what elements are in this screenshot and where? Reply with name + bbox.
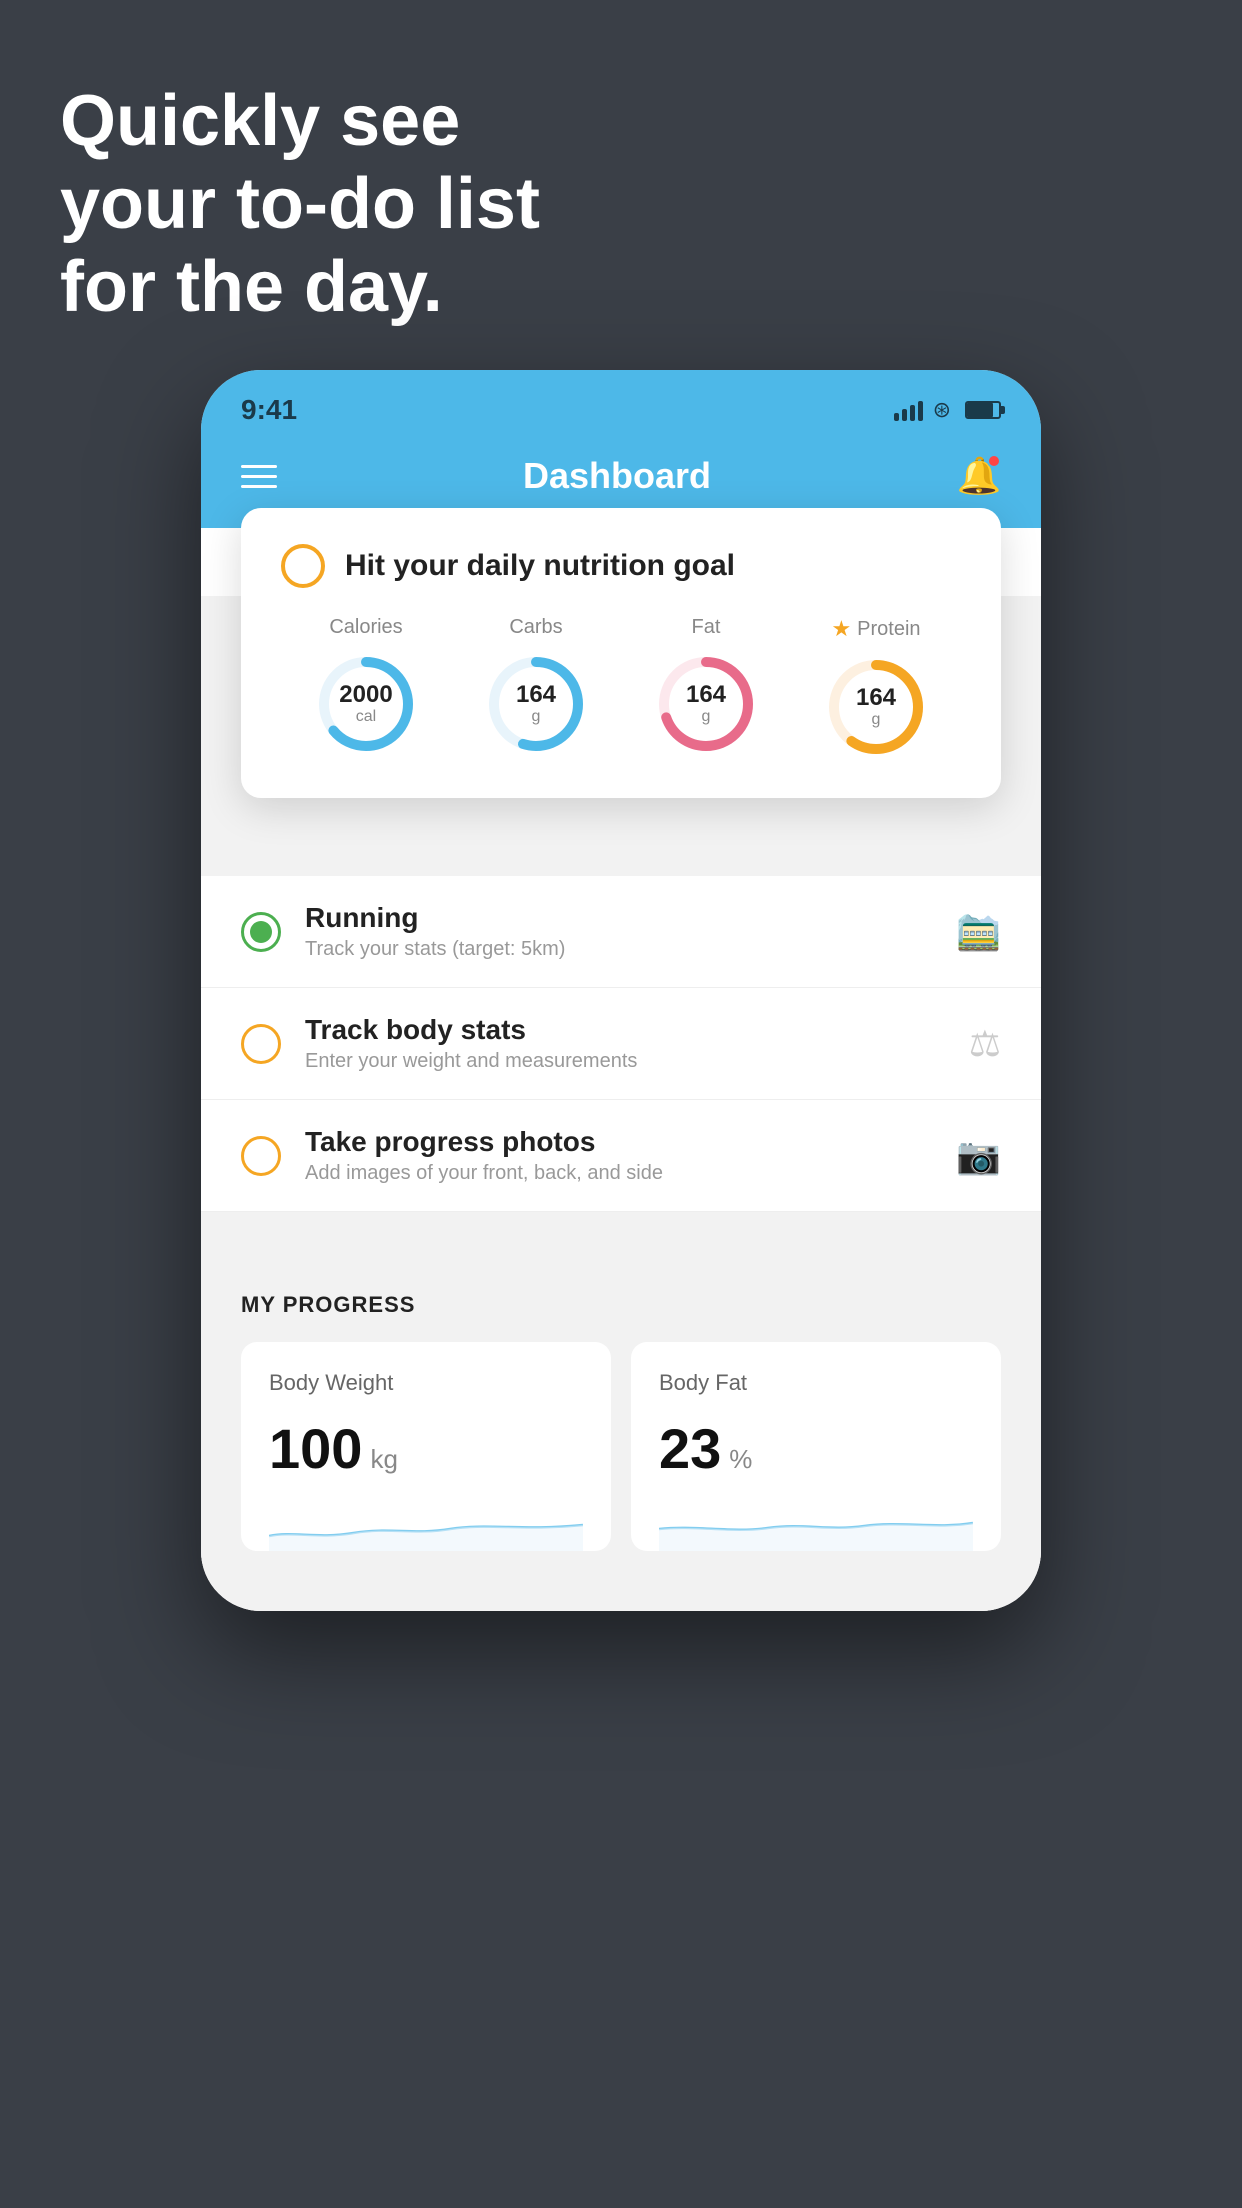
nutrition-card-title: Hit your daily nutrition goal [345, 549, 735, 583]
body-weight-title: Body Weight [269, 1370, 583, 1396]
todo-circle-progress-photos [241, 1136, 281, 1176]
body-fat-unit: % [729, 1444, 752, 1475]
signal-icon [894, 399, 923, 421]
wifi-icon: ⊛ [933, 397, 951, 423]
status-time: 9:41 [241, 394, 297, 426]
todo-circle-running [241, 912, 281, 952]
body-fat-card[interactable]: Body Fat 23 % [631, 1342, 1001, 1551]
stat-protein: ★ Protein 164 g [821, 616, 931, 762]
donut-fat: 164 g [651, 649, 761, 759]
calories-unit: cal [356, 708, 376, 725]
app-content: THINGS TO DO TODAY Hit your daily nutrit… [201, 528, 1041, 1611]
nutrition-circle-check [281, 544, 325, 588]
todo-item-body-stats[interactable]: Track body stats Enter your weight and m… [201, 988, 1041, 1100]
todo-circle-body-stats [241, 1024, 281, 1064]
nav-title: Dashboard [523, 455, 711, 497]
battery-icon [965, 401, 1001, 419]
nutrition-card[interactable]: Hit your daily nutrition goal Calories 2… [241, 508, 1001, 798]
stat-calories: Calories 2000 cal [311, 616, 421, 759]
todo-body-stats-subtitle: Enter your weight and measurements [305, 1050, 945, 1073]
progress-section-title: MY PROGRESS [241, 1292, 1001, 1318]
todo-body-stats-title: Track body stats [305, 1014, 945, 1046]
nutrition-stats: Calories 2000 cal Carbs [281, 616, 961, 762]
protein-unit: g [872, 711, 881, 728]
donut-calories: 2000 cal [311, 649, 421, 759]
todo-photos-title: Take progress photos [305, 1126, 932, 1158]
body-fat-number: 23 [659, 1416, 721, 1481]
todo-running-title: Running [305, 902, 932, 934]
hamburger-button[interactable] [241, 465, 277, 488]
stat-fat-label: Fat [692, 616, 721, 639]
body-weight-unit: kg [370, 1444, 397, 1475]
todo-list: Running Track your stats (target: 5km) 🚞… [201, 876, 1041, 1212]
fat-unit: g [702, 708, 711, 725]
phone-mockup: 9:41 ⊛ Dashboard 🔔 THINGS TO DO TODAY [201, 370, 1041, 1611]
donut-carbs: 164 g [481, 649, 591, 759]
star-icon: ★ [831, 616, 851, 642]
body-weight-number: 100 [269, 1416, 362, 1481]
status-bar: 9:41 ⊛ [201, 370, 1041, 434]
protein-value: 164 [856, 685, 896, 711]
scale-icon: ⚖ [969, 1023, 1001, 1065]
stat-protein-label: ★ Protein [831, 616, 920, 642]
stat-carbs-label: Carbs [509, 616, 562, 639]
fat-value: 164 [686, 682, 726, 708]
todo-photos-subtitle: Add images of your front, back, and side [305, 1162, 932, 1185]
body-fat-value-row: 23 % [659, 1416, 973, 1481]
todo-running-subtitle: Track your stats (target: 5km) [305, 938, 932, 961]
carbs-value: 164 [516, 682, 556, 708]
notification-dot [987, 454, 1001, 468]
headline: Quickly see your to-do list for the day. [60, 80, 540, 328]
body-weight-chart [269, 1501, 583, 1551]
photo-icon: 📷 [956, 1135, 1001, 1177]
calories-value: 2000 [339, 682, 392, 708]
nutrition-card-header: Hit your daily nutrition goal [281, 544, 961, 588]
body-weight-card[interactable]: Body Weight 100 kg [241, 1342, 611, 1551]
stat-calories-label: Calories [329, 616, 402, 639]
stat-fat: Fat 164 g [651, 616, 761, 759]
body-weight-value-row: 100 kg [269, 1416, 583, 1481]
stat-carbs: Carbs 164 g [481, 616, 591, 759]
running-icon: 🚞 [956, 911, 1001, 953]
carbs-unit: g [532, 708, 541, 725]
body-fat-chart [659, 1501, 973, 1551]
todo-item-running[interactable]: Running Track your stats (target: 5km) 🚞 [201, 876, 1041, 988]
notification-button[interactable]: 🔔 [957, 454, 1001, 498]
status-icons: ⊛ [894, 397, 1001, 423]
progress-section: MY PROGRESS Body Weight 100 kg [201, 1252, 1041, 1551]
progress-cards: Body Weight 100 kg Body Fat [241, 1342, 1001, 1551]
todo-item-progress-photos[interactable]: Take progress photos Add images of your … [201, 1100, 1041, 1212]
body-fat-title: Body Fat [659, 1370, 973, 1396]
donut-protein: 164 g [821, 652, 931, 762]
